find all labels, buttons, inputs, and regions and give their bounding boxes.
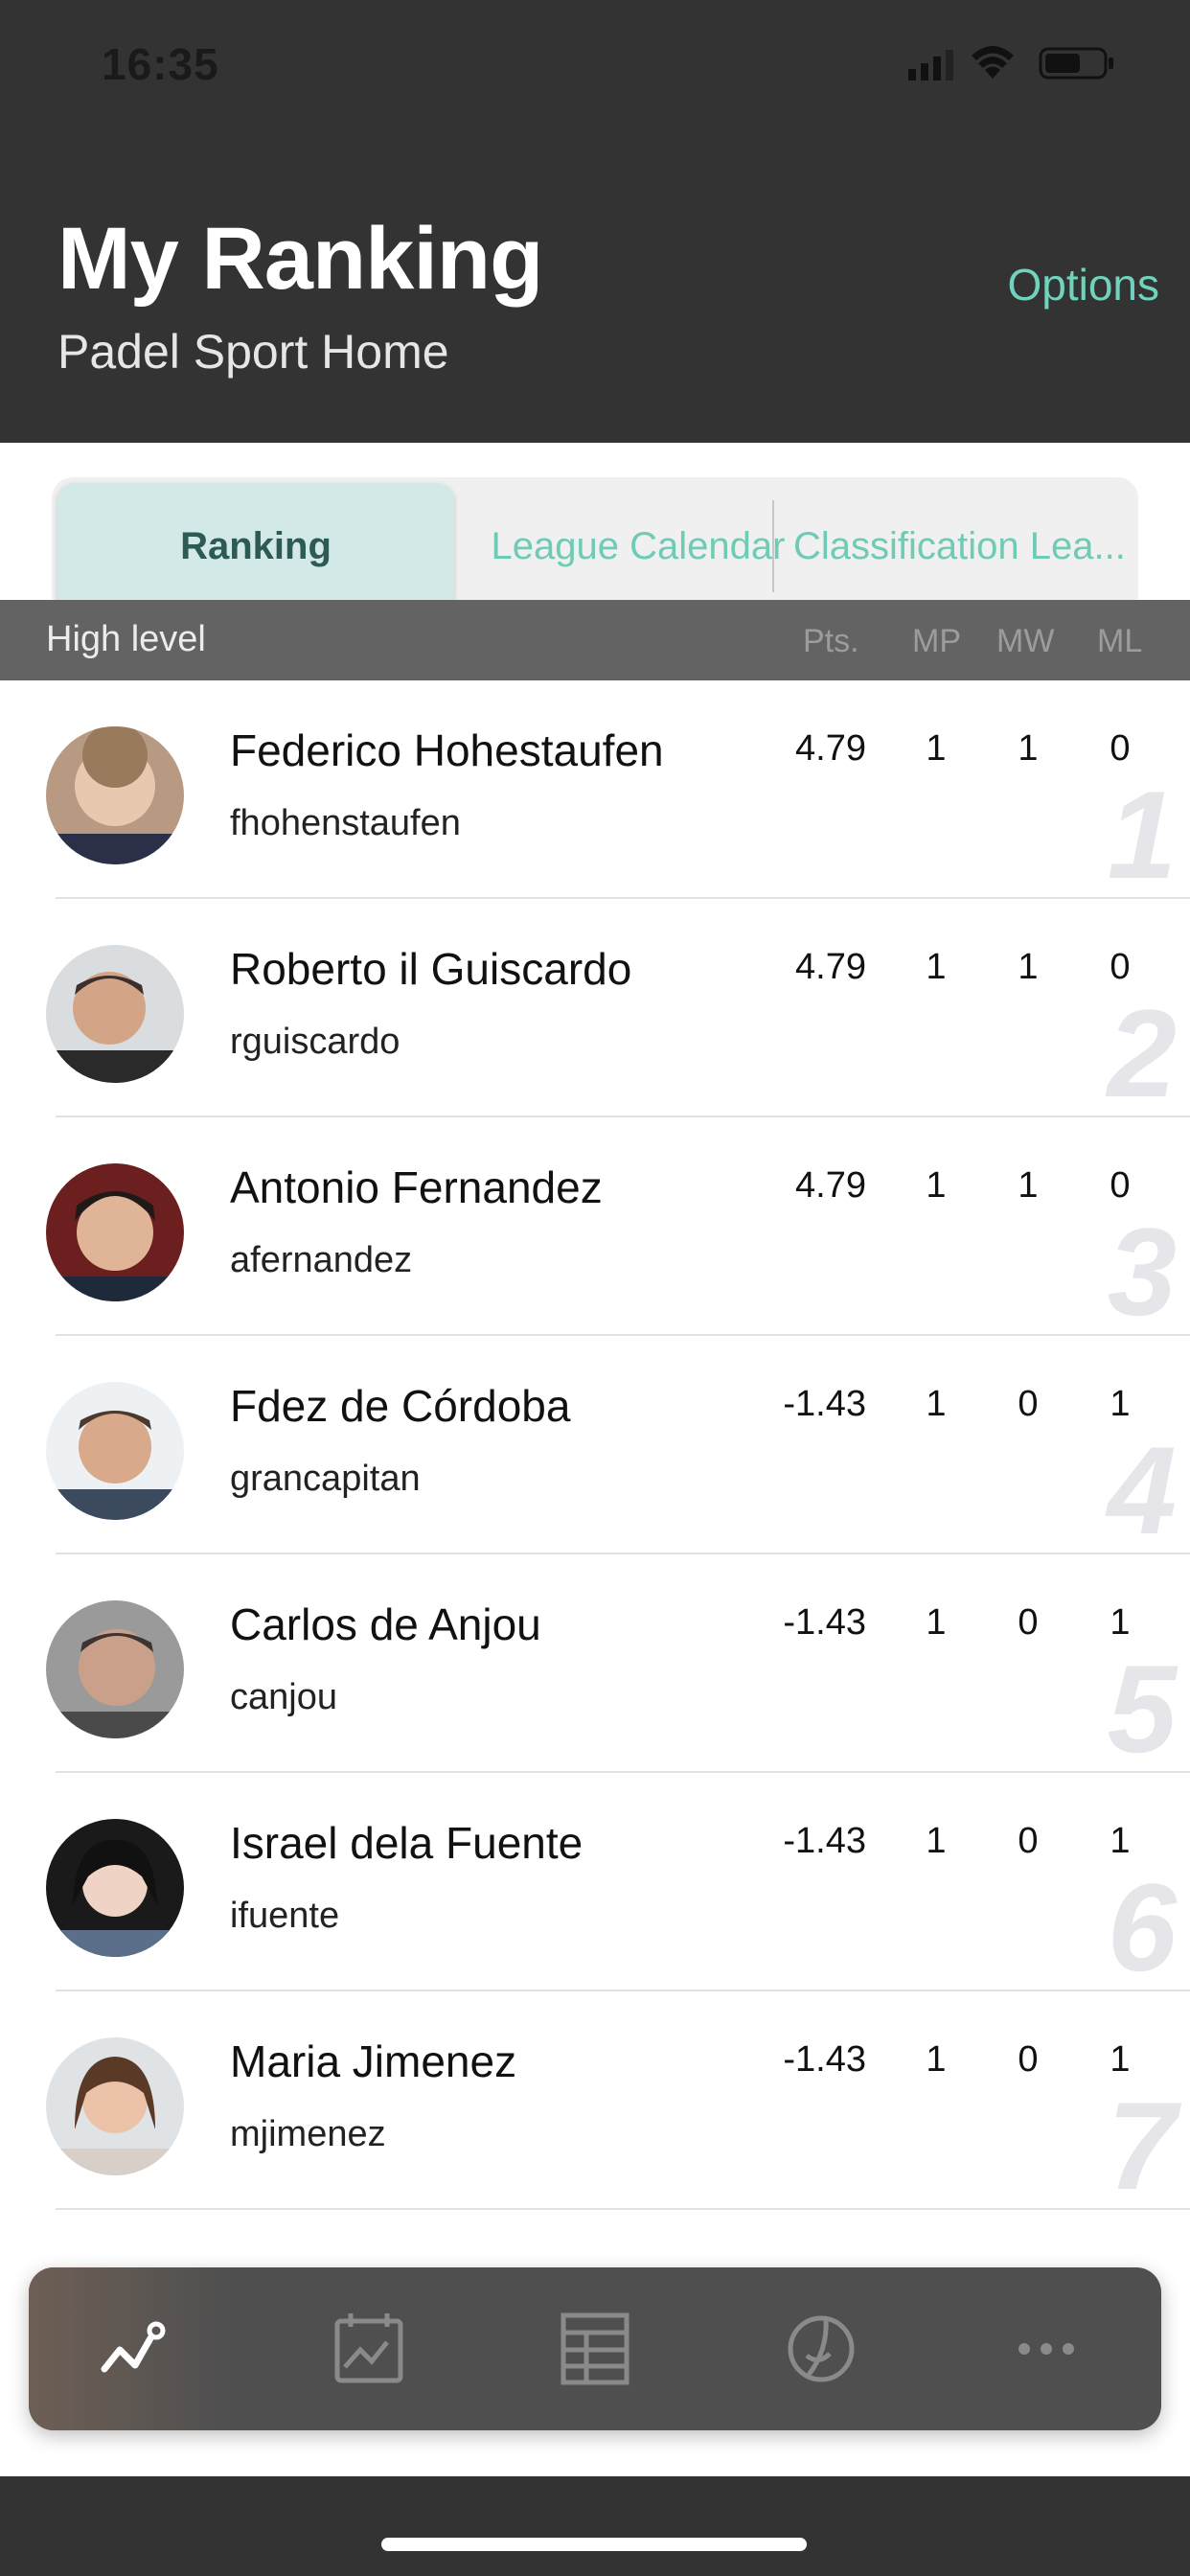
padel-ball-icon[interactable] — [778, 2306, 864, 2392]
matches-played-value: 1 — [926, 728, 947, 769]
matches-won-value: 0 — [1018, 1821, 1039, 1861]
table-row[interactable]: Maria Jimenez mjimenez -1.43 1 0 1 7 — [0, 1991, 1190, 2216]
page-subtitle: Padel Sport Home — [57, 325, 449, 379]
player-name: Maria Jimenez — [230, 2036, 517, 2086]
player-name: Israel dela Fuente — [230, 1818, 584, 1868]
points-value: 4.79 — [795, 1165, 866, 1206]
matches-played-value: 1 — [926, 1165, 947, 1206]
rank-number: 2 — [1107, 983, 1177, 1123]
tab-classification-league[interactable]: Classification Lea... — [784, 483, 1142, 610]
tab-bar — [29, 2267, 1161, 2430]
matches-won-value: 0 — [1018, 1602, 1039, 1643]
points-value: -1.43 — [783, 1384, 866, 1424]
points-value: 4.79 — [795, 947, 866, 987]
matches-played-value: 1 — [926, 1602, 947, 1643]
matches-played-value: 1 — [926, 947, 947, 987]
column-header-ml: ML — [1097, 623, 1143, 659]
table-row[interactable]: Fdez de Córdoba grancapitan -1.43 1 0 1 … — [0, 1336, 1190, 1560]
rank-number: 4 — [1107, 1420, 1177, 1560]
avatar — [46, 1382, 184, 1520]
tab-league-calendar[interactable]: League Calendar — [458, 483, 818, 610]
matches-won-value: 0 — [1018, 2039, 1039, 2080]
segmented-control: Ranking League Calendar Classification L… — [52, 477, 1138, 615]
rank-number: 1 — [1107, 765, 1177, 905]
battery-icon — [1039, 47, 1113, 80]
avatar — [46, 1819, 184, 1957]
table-row[interactable]: Israel dela Fuente ifuente -1.43 1 0 1 6 — [0, 1773, 1190, 1997]
rank-number: 3 — [1107, 1202, 1177, 1342]
player-username: mjimenez — [230, 2114, 386, 2154]
ranking-trend-icon[interactable] — [91, 2306, 177, 2392]
player-username: fhohenstaufen — [230, 803, 461, 843]
more-icon[interactable] — [1003, 2306, 1089, 2392]
player-username: ifuente — [230, 1896, 340, 1936]
player-username: grancapitan — [230, 1459, 421, 1499]
status-time: 16:35 — [102, 39, 219, 89]
column-header-pts: Pts. — [803, 623, 859, 659]
rank-number: 6 — [1107, 1857, 1177, 1997]
matches-played-value: 1 — [926, 1384, 947, 1424]
matches-won-value: 1 — [1018, 1165, 1039, 1206]
avatar — [46, 726, 184, 864]
level-label: High level — [46, 619, 206, 659]
calendar-chart-icon[interactable] — [326, 2306, 412, 2392]
avatar — [46, 2037, 184, 2175]
tab-ranking[interactable]: Ranking — [57, 483, 454, 610]
column-header-mw: MW — [996, 623, 1055, 659]
points-value: -1.43 — [783, 2039, 866, 2080]
table-row[interactable]: Federico Hohestaufen fhohenstaufen 4.79 … — [0, 680, 1190, 905]
row-divider — [56, 2208, 1190, 2210]
player-name: Antonio Fernandez — [230, 1162, 603, 1212]
player-username: afernandez — [230, 1240, 413, 1280]
page-title: My Ranking — [57, 210, 543, 308]
matches-played-value: 1 — [926, 1821, 947, 1861]
table-icon[interactable] — [552, 2306, 638, 2392]
rank-number: 5 — [1107, 1639, 1177, 1779]
player-name: Carlos de Anjou — [230, 1599, 541, 1649]
player-username: canjou — [230, 1677, 337, 1717]
points-value: 4.79 — [795, 728, 866, 769]
points-value: -1.43 — [783, 1602, 866, 1643]
table-row[interactable]: Carlos de Anjou canjou -1.43 1 0 1 5 — [0, 1554, 1190, 1779]
table-row[interactable]: Antonio Fernandez afernandez 4.79 1 1 0 … — [0, 1117, 1190, 1342]
options-button[interactable]: Options — [1007, 259, 1159, 310]
player-username: rguiscardo — [230, 1022, 400, 1062]
rank-number: 7 — [1107, 2076, 1177, 2216]
player-name: Fdez de Córdoba — [230, 1381, 571, 1431]
player-name: Roberto il Guiscardo — [230, 944, 632, 994]
matches-won-value: 1 — [1018, 947, 1039, 987]
segment-divider — [772, 500, 774, 592]
matches-won-value: 0 — [1018, 1384, 1039, 1424]
matches-played-value: 1 — [926, 2039, 947, 2080]
avatar — [46, 1163, 184, 1301]
table-row[interactable]: Roberto il Guiscardo rguiscardo 4.79 1 1… — [0, 899, 1190, 1123]
home-indicator[interactable] — [381, 2538, 807, 2551]
player-name: Federico Hohestaufen — [230, 725, 664, 775]
header: 16:35 My Ranking Padel Sport Home Option… — [0, 0, 1190, 443]
avatar — [46, 1600, 184, 1738]
signal-icon — [908, 50, 953, 80]
table-header: High level Pts. MP MW ML — [0, 600, 1190, 680]
bottom-bar — [0, 2476, 1190, 2576]
points-value: -1.43 — [783, 1821, 866, 1861]
matches-won-value: 1 — [1018, 728, 1039, 769]
wifi-icon — [972, 46, 1014, 79]
column-header-mp: MP — [912, 623, 961, 659]
avatar — [46, 945, 184, 1083]
